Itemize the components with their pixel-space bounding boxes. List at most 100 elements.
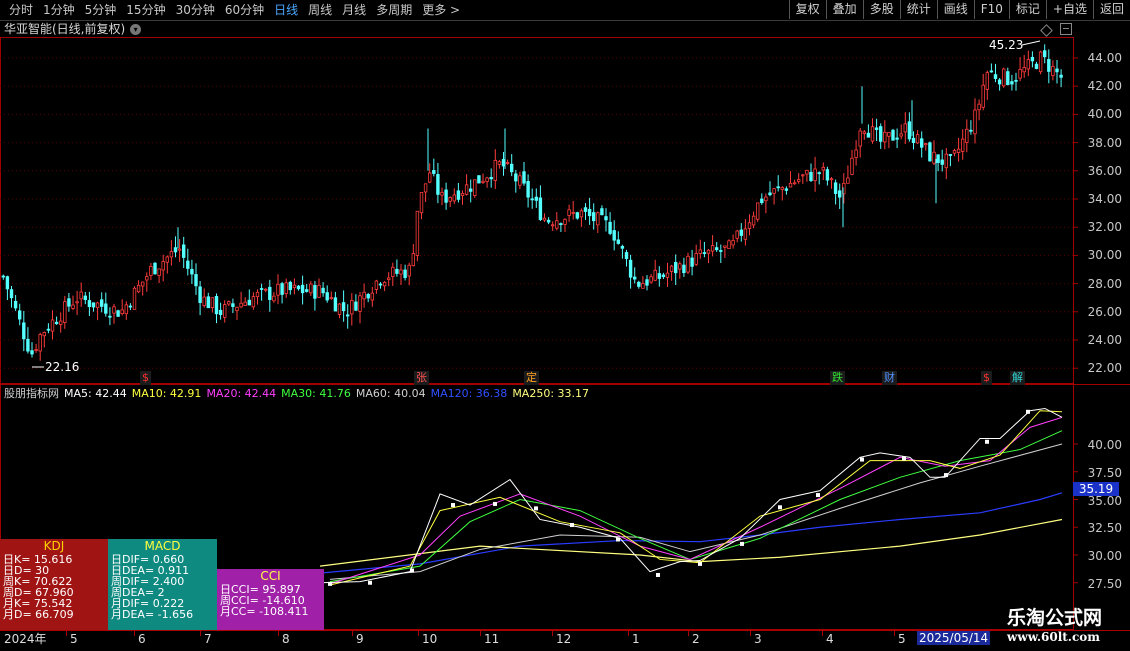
ma-legend-item: MA60: 40.04 (355, 387, 426, 400)
candle-body (313, 284, 317, 299)
diamond-icon[interactable] (1040, 24, 1053, 37)
time-axis-label: 1 (632, 632, 640, 646)
price-axis-label: 24.00 (1087, 333, 1122, 347)
toolbar-button-0[interactable]: 复权 (788, 0, 826, 19)
candle-body (600, 208, 604, 216)
candle-body (120, 309, 124, 315)
toolbar-button-3[interactable]: 统计 (899, 0, 937, 19)
candle-body (821, 166, 825, 171)
signal-marker (1026, 409, 1030, 414)
tab-9[interactable]: 多周期 (371, 2, 417, 18)
tab-7[interactable]: 周线 (303, 2, 337, 18)
time-axis-tick (894, 631, 895, 636)
candle-body (891, 129, 895, 141)
candle-body (788, 182, 793, 188)
time-axis-tick (134, 631, 135, 636)
candle-body (924, 143, 928, 146)
event-marker[interactable]: 跌 (830, 371, 845, 385)
candle-body (555, 220, 559, 229)
event-marker[interactable]: $ (140, 371, 151, 385)
toolbar-button-1[interactable]: 叠加 (825, 0, 863, 19)
candle-body (706, 249, 711, 254)
candle-body (362, 291, 366, 300)
tab-0[interactable]: 分时 (4, 2, 38, 18)
candle-body (915, 134, 920, 144)
candle-body (661, 274, 666, 278)
candle-body (161, 261, 165, 271)
toolbar-button-5[interactable]: F10 (973, 0, 1009, 19)
tab-8[interactable]: 月线 (337, 2, 371, 18)
event-marker[interactable]: 财 (882, 371, 897, 385)
candle-body (776, 186, 780, 189)
candle-body (829, 178, 834, 181)
price-axis-label: 30.00 (1087, 248, 1122, 263)
indicator-axis-label: 40.00 (1087, 438, 1122, 452)
candle-body (280, 283, 284, 295)
ma-legend-item: MA10: 42.91 (131, 387, 202, 400)
event-marker[interactable]: 定 (524, 371, 539, 385)
candle-body (899, 133, 903, 137)
event-marker[interactable]: $ (981, 371, 992, 385)
ma-legend-item: MA120: 36.38 (430, 387, 508, 400)
kdj-box: KDJ 日K= 15.616 日D= 30 周K= 70.622 周D= 67.960… (0, 539, 108, 630)
tab-4[interactable]: 30分钟 (171, 2, 220, 18)
toolbar-button-2[interactable]: 多股 (862, 0, 900, 19)
toolbar-button-4[interactable]: 画线 (936, 0, 974, 19)
stock-title[interactable]: 华亚智能(日线,前复权) ▾ (4, 21, 142, 37)
time-axis-label: 11 (484, 632, 500, 646)
candle-body (337, 303, 342, 315)
tab-6[interactable]: 日线 (269, 2, 303, 18)
candle-body (805, 169, 809, 175)
event-marker[interactable]: 解 (1010, 371, 1025, 385)
toolbar: 分时 1分钟 5分钟 15分钟 30分钟 60分钟 日线 周线 月线 多周期 更多 > 复权 叠加 多股… (0, 0, 1130, 21)
tab-5[interactable]: 60分钟 (220, 2, 269, 18)
toolbar-button-6[interactable]: 标记 (1008, 0, 1046, 19)
toolbar-button-8[interactable]: 返回 (1092, 0, 1130, 19)
time-axis-label: 2 (692, 632, 700, 646)
candle-body (1022, 67, 1026, 73)
chevron-down-icon[interactable]: ▾ (130, 24, 142, 35)
candle-body (715, 247, 719, 251)
candle-body (276, 283, 280, 296)
candle-body (17, 310, 22, 320)
collapse-icon[interactable] (1060, 23, 1072, 35)
candle-body (993, 74, 998, 79)
price-axis-label: 36.00 (1087, 163, 1122, 178)
period-tabs: 分时 1分钟 5分钟 15分钟 30分钟 60分钟 日线 周线 月线 多周期 更多 > (4, 2, 465, 18)
candlestick-chart[interactable]: 45.23 22.16 (0, 37, 1130, 384)
signal-marker (816, 493, 820, 498)
candle-body (87, 300, 92, 308)
candle-body (542, 217, 547, 221)
candle-body (181, 244, 186, 258)
candle-body (920, 138, 924, 148)
ma20-line (329, 416, 1063, 585)
right-toolbar: 复权 叠加 多股 统计 画线 F10 标记 +自选 返回 (788, 0, 1130, 19)
toolbar-button-7[interactable]: +自选 (1045, 0, 1093, 19)
indicator-name[interactable]: 股朋指标网 (4, 387, 59, 400)
candle-body (961, 138, 965, 152)
candle-body (386, 277, 391, 281)
candle-body (579, 210, 584, 218)
candle-body (936, 154, 940, 163)
candle-body (674, 262, 678, 274)
candle-body (727, 240, 731, 250)
candle-body (22, 322, 26, 340)
candle-body (583, 207, 588, 212)
candle-body (432, 170, 436, 174)
tab-1[interactable]: 1分钟 (38, 2, 80, 18)
candle-body (928, 142, 932, 162)
tab-3[interactable]: 15分钟 (121, 2, 170, 18)
ma10-line (329, 410, 1063, 586)
time-axis-label: 8 (282, 632, 290, 646)
candle-body (969, 129, 973, 132)
candle-body (780, 187, 784, 190)
tab-10[interactable]: 更多 > (417, 2, 465, 18)
candle-body (604, 216, 608, 221)
candle-body (460, 193, 465, 196)
candle-body (514, 173, 518, 182)
candle-body (128, 305, 133, 308)
candle-body (887, 131, 891, 137)
tab-2[interactable]: 5分钟 (80, 2, 122, 18)
candle-body (173, 247, 178, 253)
event-marker[interactable]: 张 (414, 371, 429, 385)
